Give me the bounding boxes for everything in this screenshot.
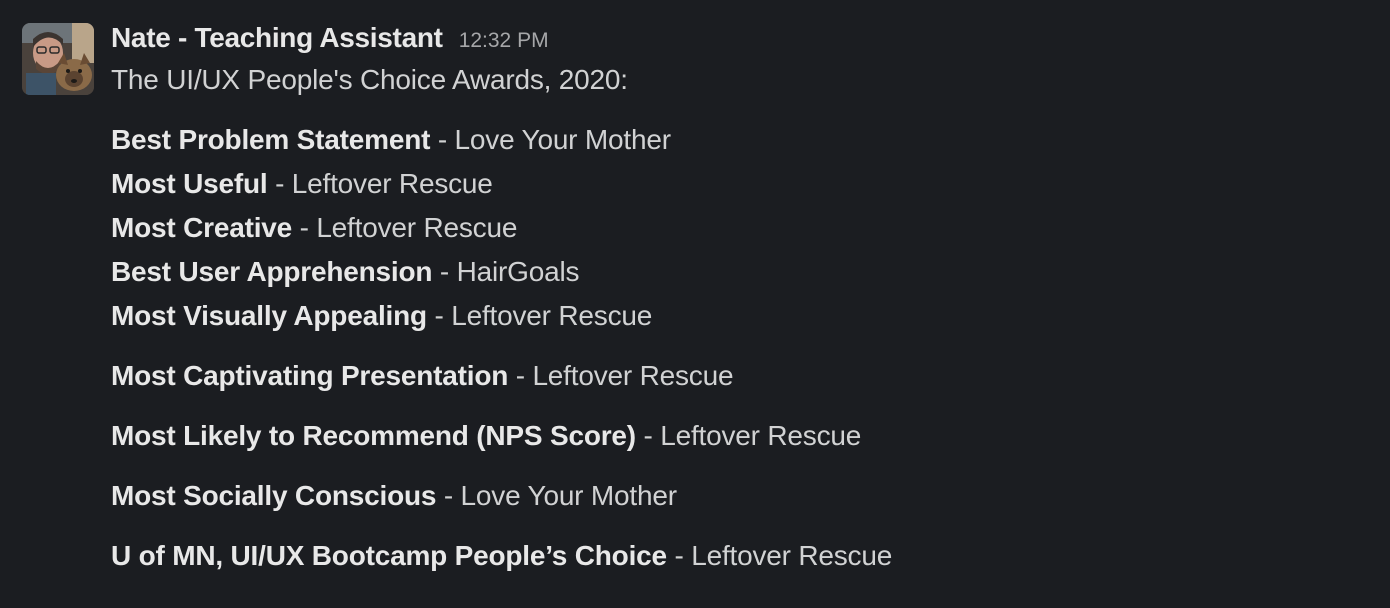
award-category: Most Creative — [111, 212, 293, 243]
award-category: Most Useful — [111, 168, 268, 199]
award-winner: Leftover Rescue — [532, 360, 734, 391]
chat-message: Nate - Teaching Assistant 12:32 PM The U… — [0, 0, 1390, 608]
award-separator: - — [635, 420, 661, 451]
message-intro: The UI/UX People's Choice Awards, 2020: — [111, 64, 628, 95]
award-winner: Leftover Rescue — [451, 300, 653, 331]
award-separator: - — [436, 480, 461, 511]
award-separator: - — [430, 124, 455, 155]
award-category: Most Visually Appealing — [111, 300, 427, 331]
award-winner: Leftover Rescue — [291, 168, 493, 199]
award-winner: Leftover Rescue — [691, 540, 893, 571]
award-separator: - — [508, 360, 533, 391]
award-line: Most Creative - Leftover Rescue — [111, 212, 517, 244]
award-line: Best Problem Statement - Love Your Mothe… — [111, 124, 671, 156]
award-line: Most Useful - Leftover Rescue — [111, 168, 493, 200]
award-winner: Leftover Rescue — [660, 420, 862, 451]
award-separator: - — [432, 256, 457, 287]
award-line: Most Visually Appealing - Leftover Rescu… — [111, 300, 652, 332]
award-separator: - — [426, 300, 452, 331]
award-line: U of MN, UI/UX Bootcamp People’s Choice … — [111, 540, 892, 572]
award-winner: HairGoals — [456, 256, 580, 287]
award-winner: Love Your Mother — [454, 124, 671, 155]
award-winner: Leftover Rescue — [316, 212, 518, 243]
award-category: Most Socially Conscious — [111, 480, 437, 511]
award-separator: - — [267, 168, 292, 199]
award-separator: - — [666, 540, 692, 571]
award-separator: - — [292, 212, 317, 243]
award-category: Most Captivating Presentation — [111, 360, 509, 391]
award-line: Most Socially Conscious - Love Your Moth… — [111, 480, 677, 512]
award-line: Best User Apprehension - HairGoals — [111, 256, 579, 288]
award-line: Most Likely to Recommend (NPS Score) - L… — [111, 420, 861, 452]
award-category: Best User Apprehension — [111, 256, 433, 287]
message-timestamp[interactable]: 12:32 PM — [459, 29, 549, 53]
award-line: Most Captivating Presentation - Leftover… — [111, 360, 734, 392]
award-category: Most Likely to Recommend (NPS Score) — [111, 420, 636, 451]
award-category: Best Problem Statement — [111, 124, 431, 155]
author-name[interactable]: Nate - Teaching Assistant — [111, 22, 443, 54]
message-header: Nate - Teaching Assistant 12:32 PM — [111, 22, 549, 58]
avatar-photo — [22, 23, 94, 95]
award-category: U of MN, UI/UX Bootcamp People’s Choice — [111, 540, 667, 571]
avatar[interactable] — [22, 23, 94, 95]
award-winner: Love Your Mother — [460, 480, 677, 511]
